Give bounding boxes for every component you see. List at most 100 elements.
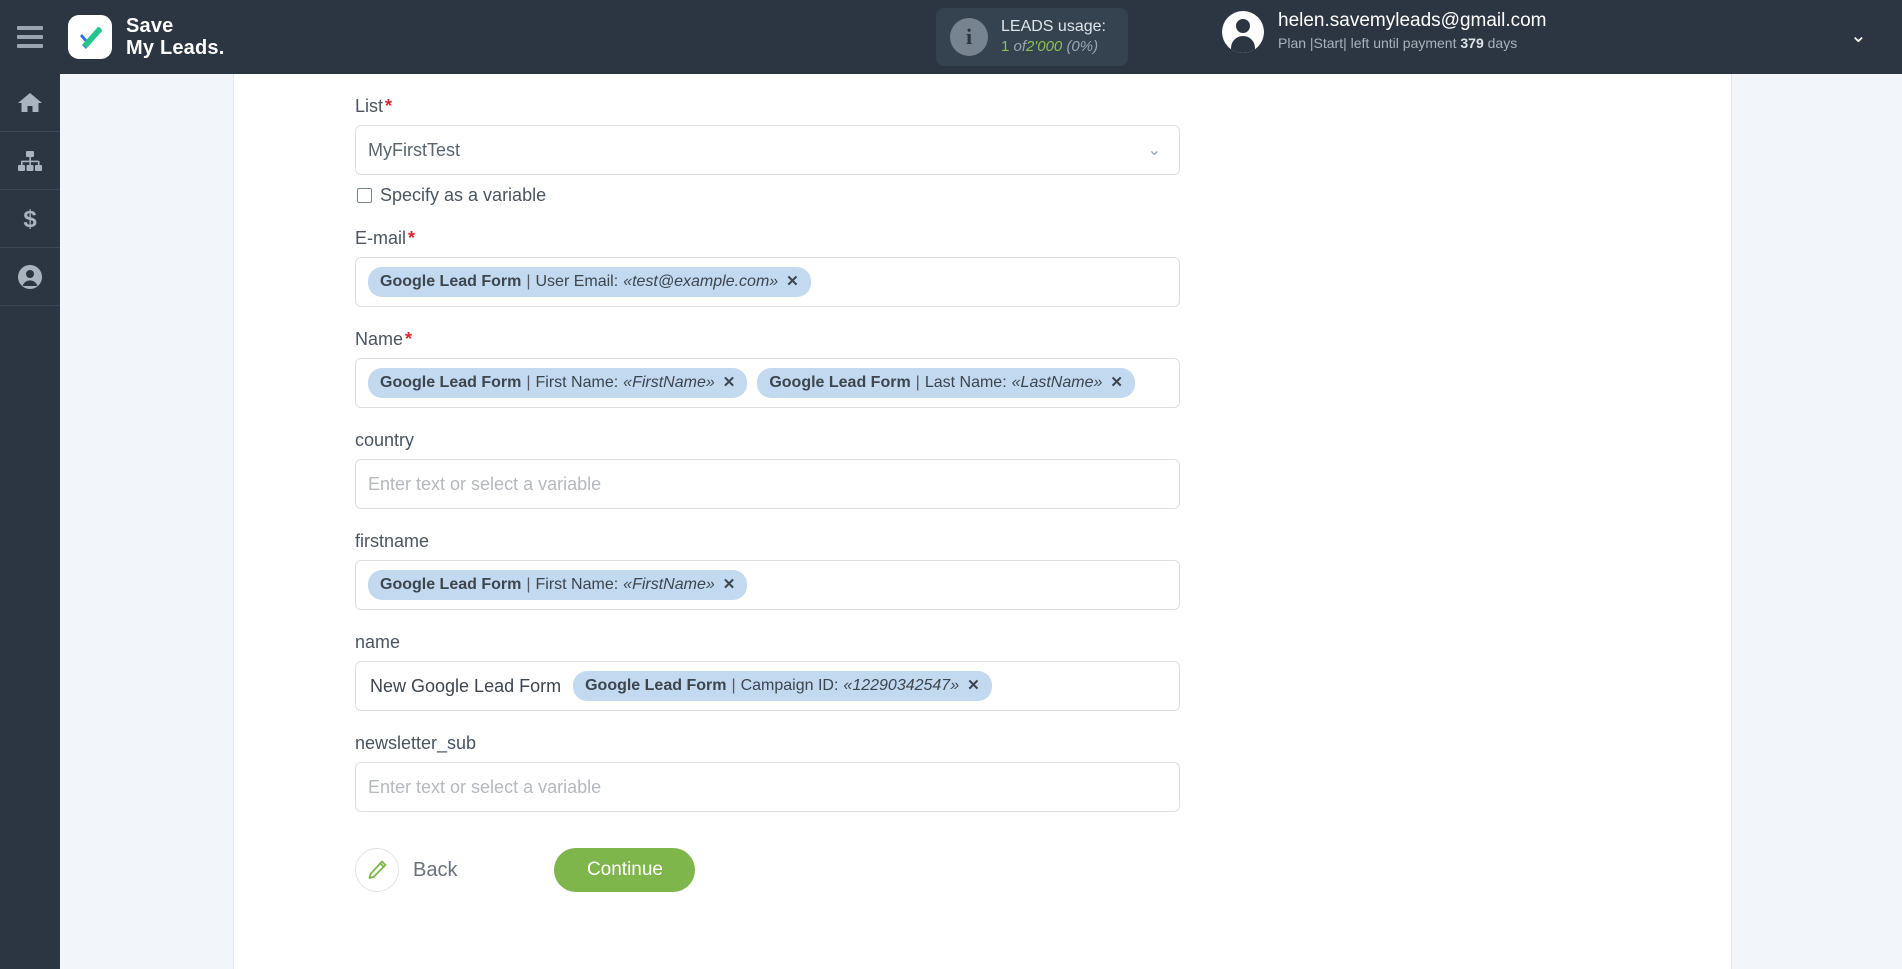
variable-tag[interactable]: Google Lead Form | User Email: «test@exampl… [368,267,811,297]
field-label: newsletter_sub [355,711,1215,762]
field-label: name [355,610,1215,661]
tag-source: Google Lead Form [380,273,522,290]
plain-text-value: New Google Lead Form [370,675,562,696]
brand-line-2: My Leads. [126,37,225,59]
hamburger-bar [17,26,43,30]
field-label-text: country [355,430,415,450]
specify-as-variable-row[interactable]: Specify as a variable [355,175,1215,206]
hamburger-bar [17,44,43,48]
plan-text: Plan |Start| left until payment [1278,35,1457,51]
remove-tag-icon[interactable]: ✕ [723,372,736,394]
info-icon: i [950,18,988,56]
required-marker: * [405,329,413,349]
leads-usage-percent: (0%) [1066,38,1099,55]
brand-logo-link[interactable]: Save My Leads. [68,15,225,59]
tag-source: Google Lead Form [769,374,911,391]
plan-days-suffix: days [1487,35,1518,51]
field-label-text: firstname [355,531,430,551]
sidebar-item-connections[interactable] [0,132,60,190]
continue-button[interactable]: Continue [554,848,696,892]
leads-usage-title: LEADS usage: [1001,18,1106,35]
field-label-text: List [355,96,384,116]
mapped-fields-list: E-mail * Google Lead Form | User Email: «test… [355,206,1215,812]
back-button[interactable]: Back [355,848,457,892]
field-label: Name * [355,307,1215,358]
tag-value: «FirstName» [623,576,715,593]
sitemap-icon [17,149,43,173]
required-marker: * [408,228,416,248]
page-background: List * MyFirstTest ⌄ Specify as a variabl… [60,74,1902,969]
variable-tag[interactable]: Google Lead Form | Last Name: «LastName» ✕ [757,368,1135,398]
account-menu[interactable]: helen.savemyleads@gmail.com Plan |Start|… [1222,10,1547,54]
fields-mapping-form: List * MyFirstTest ⌄ Specify as a variabl… [355,74,1215,922]
tag-separator: | [526,374,531,391]
list-select-value: MyFirstTest [368,139,460,160]
tag-field-name: Last Name: [924,374,1007,391]
specify-as-variable-checkbox[interactable] [357,188,372,203]
form-actions: Back Continue [355,812,1215,922]
chevron-down-icon: ⌄ [1147,142,1161,159]
avatar [1222,11,1264,53]
left-sidebar: $ [0,74,60,969]
tag-field-name: First Name: [535,374,619,391]
svg-text:$: $ [23,206,37,232]
field-label-text: newsletter_sub [355,733,477,753]
hamburger-menu-button[interactable] [0,0,60,74]
dollar-icon: $ [17,206,43,232]
brand-line-1: Save [126,15,174,37]
pencil-icon [355,848,399,892]
tag-field-name: First Name: [535,576,619,593]
input-placeholder: Enter text or select a variable [368,473,602,494]
sidebar-item-account[interactable] [0,248,60,306]
variable-input[interactable]: Enter text or select a variable [355,459,1180,509]
tag-separator: | [915,374,920,391]
leads-used-count: 1 [1001,38,1010,55]
field-newsletter-sub: newsletter_sub Enter text or select a var… [355,711,1215,812]
chevron-down-icon[interactable]: ⌄ [1850,26,1867,46]
leads-usage-value: 1 of2'000 (0%) [1001,37,1106,57]
tag-source: Google Lead Form [380,374,522,391]
back-button-label: Back [413,858,458,881]
field-e-mail: E-mail * Google Lead Form | User Email: «test… [355,206,1215,307]
specify-as-variable-label[interactable]: Specify as a variable [380,185,546,206]
field-firstname: firstname Google Lead Form | First Name: «Fi… [355,509,1215,610]
field-label-text: Name [355,329,404,349]
variable-input[interactable]: Enter text or select a variable [355,762,1180,812]
variable-input[interactable]: Google Lead Form | First Name: «FirstName» ✕ [355,560,1180,610]
field-label: firstname [355,509,1215,560]
tag-value: «test@example.com» [623,273,779,290]
remove-tag-icon[interactable]: ✕ [1110,372,1123,394]
tag-source: Google Lead Form [585,677,727,694]
variable-tag[interactable]: Google Lead Form | Campaign ID: «1229034254… [573,671,992,701]
user-icon [17,264,43,290]
leads-usage-badge[interactable]: i LEADS usage: 1 of2'000 (0%) [936,8,1128,66]
sidebar-item-home[interactable] [0,74,60,132]
remove-tag-icon[interactable]: ✕ [786,271,799,293]
leads-total-count: 2'000 [1026,38,1063,55]
field-label-text: name [355,632,401,652]
field-label-text: E-mail [355,228,407,248]
variable-tag[interactable]: Google Lead Form | First Name: «FirstName» ✕ [368,368,748,398]
variable-tag[interactable]: Google Lead Form | First Name: «FirstName» ✕ [368,570,748,600]
account-plan-info: Plan |Start| left until payment 379 days [1278,32,1547,54]
remove-tag-icon[interactable]: ✕ [967,675,980,697]
app-header: Save My Leads. i LEADS usage: 1 of2'000 … [0,0,1902,74]
sidebar-item-billing[interactable]: $ [0,190,60,248]
variable-input[interactable]: Google Lead Form | User Email: «test@exampl… [355,257,1180,307]
variable-input[interactable]: New Google Lead Form Google Lead Form | Cam… [355,661,1180,711]
plan-days-value: 379 [1460,35,1484,51]
leads-usage-of: of [1013,38,1027,55]
tag-source: Google Lead Form [380,576,522,593]
list-select[interactable]: MyFirstTest ⌄ [355,125,1180,175]
field-list: List * MyFirstTest ⌄ Specify as a variabl… [355,74,1215,206]
tag-value: «LastName» [1011,374,1103,391]
remove-tag-icon[interactable]: ✕ [723,574,736,596]
variable-input[interactable]: Google Lead Form | First Name: «FirstName» ✕… [355,358,1180,408]
tag-separator: | [526,273,531,290]
tag-value: «FirstName» [623,374,715,391]
field-label: List * [355,74,1215,125]
required-marker: * [385,96,393,116]
account-email: helen.savemyleads@gmail.com [1278,10,1547,31]
field-label: country [355,408,1215,459]
field-name: Name * Google Lead Form | First Name: «FirstN… [355,307,1215,408]
